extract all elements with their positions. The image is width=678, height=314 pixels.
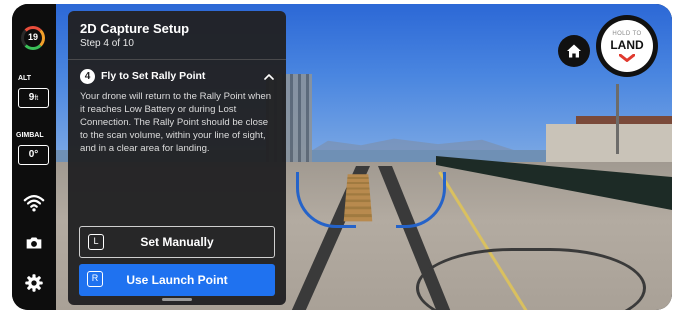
set-manually-button[interactable]: L Set Manually [79,226,275,258]
home-button[interactable] [558,35,590,67]
set-manually-label: Set Manually [140,235,214,249]
app-frame: 19 ALT 9ft GIMBAL 0° 2D Capture Setup St… [12,4,672,310]
hold-to-land-face: HOLD TO LAND [601,20,653,72]
painted-ring [416,248,646,310]
camera-icon[interactable] [23,232,45,254]
altitude-unit: ft [34,95,39,102]
gimbal-readout: 0° [18,145,49,165]
land-label: LAND [610,38,644,52]
hold-to-land-button[interactable]: HOLD TO LAND [596,15,658,77]
battery-value: 19 [27,32,38,42]
rally-point-description: Your drone will return to the Rally Poin… [80,91,272,154]
gimbal-unit: ° [34,149,39,160]
hold-to-label: HOLD TO [612,31,642,37]
use-launch-point-button[interactable]: R Use Launch Point [79,264,275,296]
panel-title: 2D Capture Setup [80,21,190,36]
drag-handle[interactable] [162,298,192,301]
step-number-badge: 4 [80,69,95,84]
warehouse [546,124,672,164]
wifi-signal-icon[interactable] [23,192,45,214]
section-title: Fly to Set Rally Point [101,70,206,82]
divider [68,59,286,60]
chevron-down-icon [619,54,635,62]
gimbal-label: GIMBAL [16,132,44,139]
capture-setup-panel: 2D Capture Setup Step 4 of 10 4 Fly to S… [68,11,286,305]
use-launch-point-label: Use Launch Point [126,273,228,287]
altitude-readout: 9ft [18,88,49,108]
battery-gauge: 19 [21,26,45,50]
chevron-up-icon[interactable] [264,72,274,82]
left-status-bar: 19 ALT 9ft GIMBAL 0° [12,4,56,310]
home-icon [567,44,581,58]
step-indicator: Step 4 of 10 [80,38,134,49]
altitude-label: ALT [18,75,32,82]
key-hint-r: R [87,271,103,287]
settings-gear-icon[interactable] [23,272,45,294]
crane [616,84,619,154]
key-hint-l: L [88,234,104,250]
